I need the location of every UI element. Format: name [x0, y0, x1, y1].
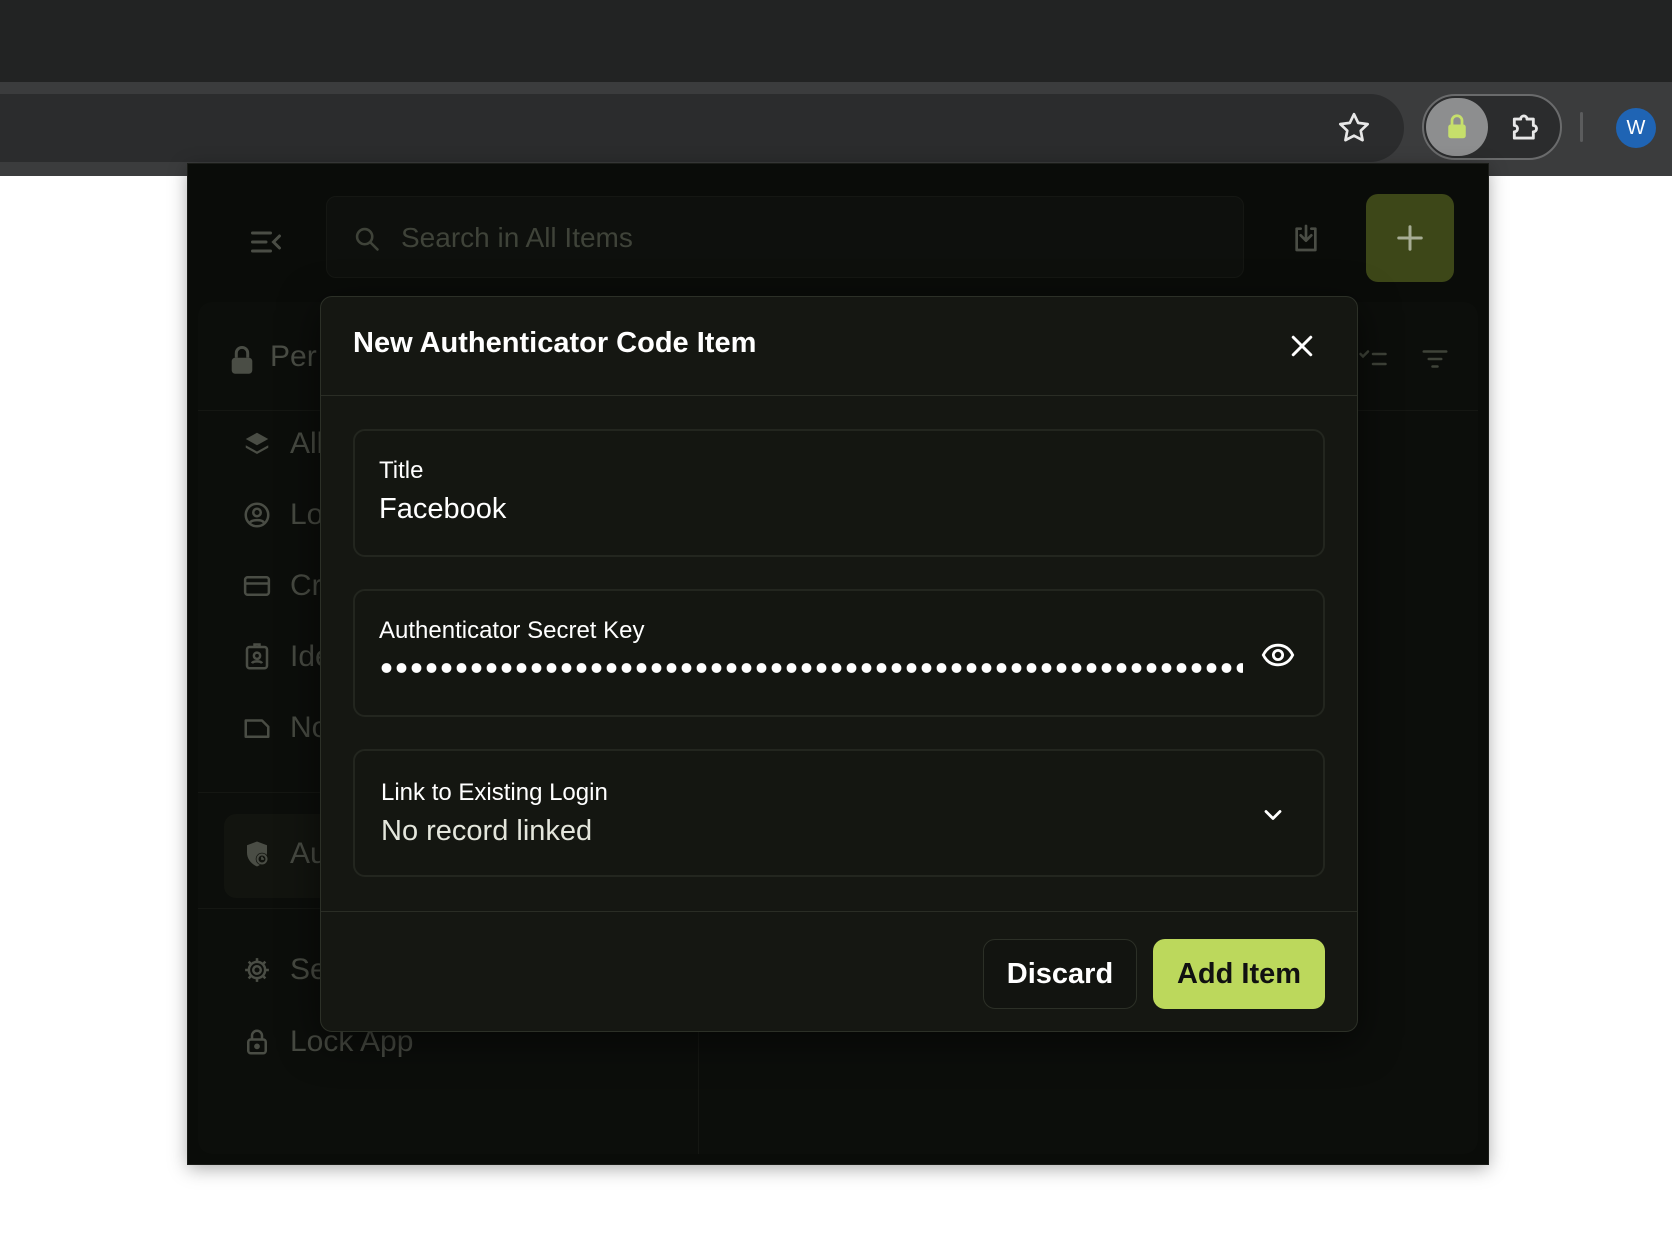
field-label: Link to Existing Login [381, 779, 608, 806]
download-icon[interactable] [1290, 220, 1322, 256]
sidebar-item-label: Cr [290, 569, 322, 602]
shield-clock-icon [242, 839, 272, 869]
toolbar-divider [1580, 112, 1583, 142]
checklist-icon[interactable] [1358, 344, 1388, 374]
add-item-button[interactable] [1366, 194, 1454, 282]
link-login-select[interactable]: Link to Existing Login No record linked [353, 749, 1325, 877]
vault-name[interactable]: Per [270, 340, 317, 374]
lock-icon [228, 344, 256, 376]
search-icon [353, 225, 381, 253]
sidebar-item-all[interactable]: All [242, 424, 323, 464]
title-field[interactable]: Title Facebook [353, 429, 1325, 557]
secret-key-input[interactable] [379, 661, 1243, 675]
user-circle-icon [242, 500, 272, 530]
note-icon [242, 713, 272, 743]
search-input[interactable] [399, 219, 1223, 257]
layers-icon [242, 429, 272, 459]
avatar-initial: W [1626, 116, 1646, 139]
plus-icon [1397, 225, 1423, 251]
browser-tabstrip [0, 0, 1672, 82]
divider [321, 395, 1357, 396]
discard-button[interactable]: Discard [983, 939, 1137, 1009]
sidebar-item-label: Lo [290, 498, 324, 531]
add-item-submit-button[interactable]: Add Item [1153, 939, 1325, 1009]
sidebar-item-logins[interactable]: Lo [242, 495, 323, 535]
close-icon[interactable] [1287, 331, 1317, 361]
extension-lock-icon[interactable] [1426, 98, 1488, 156]
divider [321, 911, 1357, 912]
bookmark-star-icon[interactable] [1336, 110, 1372, 146]
profile-avatar[interactable]: W [1616, 108, 1656, 148]
field-label: Authenticator Secret Key [379, 617, 645, 644]
title-input[interactable]: Facebook [379, 493, 506, 526]
sidebar-item-credit-cards[interactable]: Cr [242, 566, 322, 606]
gear-icon [242, 955, 272, 985]
puzzle-icon[interactable] [1508, 108, 1546, 146]
link-login-value: No record linked [381, 815, 593, 847]
sidebar-item-authenticator[interactable]: Au [242, 834, 327, 874]
search-bar[interactable] [326, 196, 1244, 278]
address-bar[interactable] [0, 94, 1404, 162]
secret-key-field[interactable]: Authenticator Secret Key [353, 589, 1325, 717]
credit-card-icon [242, 571, 272, 601]
lock-icon [242, 1027, 272, 1057]
sidebar-item-settings[interactable]: Se [242, 950, 327, 990]
extensions-pill [1422, 94, 1562, 160]
field-label: Title [379, 457, 424, 484]
dialog-title: New Authenticator Code Item [353, 327, 757, 359]
chevron-down-icon[interactable] [1259, 801, 1287, 829]
filter-icon[interactable] [1420, 344, 1450, 374]
sidebar-item-label: All [290, 427, 324, 460]
sidebar-item-notes[interactable]: No [242, 708, 328, 748]
sidebar-item-identities[interactable]: Ide [242, 637, 332, 677]
eye-icon[interactable] [1261, 641, 1295, 669]
menu-collapse-icon[interactable] [248, 224, 284, 260]
id-badge-icon [242, 642, 272, 672]
new-authenticator-dialog: New Authenticator Code Item Title Facebo… [320, 296, 1358, 1032]
